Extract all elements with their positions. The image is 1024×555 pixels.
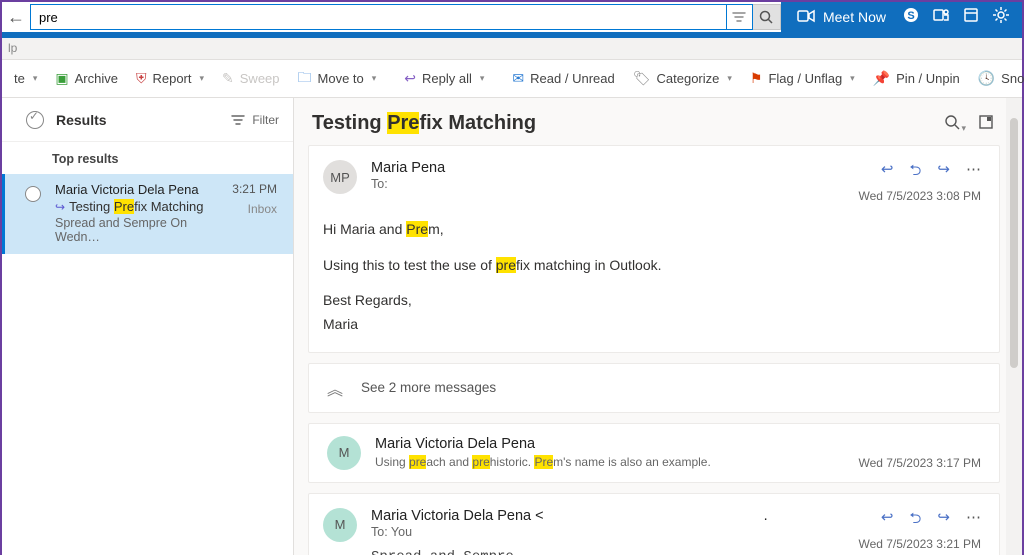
card-from: Maria Victoria Dela Pena <. (371, 508, 858, 524)
results-pane: Results Filter Top results Maria Victori… (2, 98, 294, 555)
forward-icon[interactable]: ↪ (937, 508, 950, 533)
reply-all-icon[interactable]: ⮌ (909, 160, 921, 185)
results-section: Top results (2, 142, 293, 174)
card-body: Spread and Sempre (371, 549, 858, 555)
toolbar: te▾ ▣Archive ⛨Report▾ ✎Sweep 🗀Move to▾ ↩… (2, 60, 1022, 98)
forward-icon[interactable]: ↪ (937, 160, 950, 185)
chevron-down-icon: ▾ (200, 73, 205, 84)
select-message-icon[interactable] (25, 186, 41, 202)
envelope-icon: ✉ (512, 70, 524, 87)
svg-text:S: S (907, 10, 914, 22)
message-folder: Inbox (232, 202, 277, 216)
results-title: Results (56, 112, 230, 128)
sweep-icon: ✎ (222, 70, 234, 87)
reading-title: Testing Prefix Matching (312, 112, 943, 135)
snooze-button[interactable]: 🕓Snooze▾ (970, 63, 1024, 95)
pin-button[interactable]: 📌Pin / Unpin (865, 63, 968, 95)
message-from: Maria Victoria Dela Pena (55, 182, 226, 197)
chevron-down-icon: ▾ (480, 73, 485, 84)
filter-button[interactable]: Filter (230, 112, 279, 128)
card-body: Hi Maria and Prem, Using this to test th… (323, 219, 981, 336)
more-icon[interactable]: ⋯ (966, 508, 981, 533)
avatar: M (323, 508, 357, 542)
message-subject: ↪ Testing Prefix Matching (55, 199, 226, 214)
search-input[interactable] (30, 4, 727, 30)
meet-now-button[interactable]: Meet Now (787, 2, 896, 32)
message-preview: Spread and Sempre On Wedn… (55, 216, 226, 244)
card-date: Wed 7/5/2023 3:17 PM (858, 456, 981, 470)
reply-all-icon[interactable]: ⮌ (909, 508, 921, 533)
message-card-compact[interactable]: M Maria Victoria Dela Pena Using preach … (308, 423, 1000, 483)
flag-icon: ⚑ (750, 70, 763, 87)
meet-now-label: Meet Now (823, 9, 886, 25)
flag-button[interactable]: ⚑Flag / Unflag▾ (742, 63, 863, 95)
message-card: MP Maria Pena To: ↩ ⮌ ↪ ⋯ Wed 7/5/2023 3… (308, 145, 1000, 353)
video-icon (797, 9, 815, 26)
avatar: M (327, 436, 361, 470)
zoom-icon[interactable]: ▾ (943, 113, 966, 134)
chevron-double-up-icon: ︽ (327, 376, 343, 400)
card-to: To: You (371, 525, 858, 539)
chevron-down-icon: ▾ (850, 73, 855, 84)
sweep-button[interactable]: ✎Sweep (214, 63, 287, 95)
back-icon[interactable]: ← (2, 3, 30, 31)
clock-icon: 🕓 (978, 70, 995, 87)
chevron-down-icon: ▾ (372, 73, 377, 84)
chevron-down-icon: ▾ (727, 73, 732, 84)
avatar: MP (323, 160, 357, 194)
message-list-item[interactable]: Maria Victoria Dela Pena ↪ Testing Prefi… (2, 174, 293, 254)
scrollbar[interactable] (1006, 98, 1022, 555)
card-snippet: Using preach and prehistoric. Prem's nam… (375, 455, 858, 469)
message-time: 3:21 PM (232, 182, 277, 196)
move-to-button[interactable]: 🗀Move to▾ (290, 63, 385, 95)
message-card: M Maria Victoria Dela Pena <. To: You Sp… (308, 493, 1000, 555)
popout-icon[interactable] (978, 114, 994, 133)
card-from: Maria Pena (371, 160, 858, 176)
more-icon[interactable]: ⋯ (966, 160, 981, 185)
ribbon-fragment: lp (8, 41, 17, 55)
folder-move-icon: 🗀 (298, 67, 312, 91)
reply-icon[interactable]: ↩ (881, 160, 894, 185)
reply-icon[interactable]: ↩ (881, 508, 894, 533)
reply-all-button[interactable]: ↩Reply all▾ (396, 63, 492, 95)
skype-icon[interactable]: S (896, 6, 926, 28)
chevron-down-icon: ▾ (33, 73, 38, 84)
archive-button[interactable]: ▣Archive (47, 63, 126, 95)
filter-icon (230, 112, 246, 128)
see-more-messages[interactable]: ︽ See 2 more messages (308, 363, 1000, 413)
search-button[interactable] (753, 4, 781, 30)
delete-button[interactable]: te▾ (6, 63, 45, 95)
teams-icon[interactable] (926, 6, 956, 28)
card-from: Maria Victoria Dela Pena (375, 436, 858, 452)
card-date: Wed 7/5/2023 3:08 PM (858, 189, 981, 203)
tag-icon: 🏷 (633, 70, 651, 87)
card-date: Wed 7/5/2023 3:21 PM (858, 537, 981, 551)
reply-all-icon: ↩ (404, 70, 416, 87)
search-options-icon[interactable] (727, 4, 753, 30)
report-button[interactable]: ⛨Report▾ (128, 63, 212, 95)
pin-icon: 📌 (873, 70, 890, 87)
categorize-button[interactable]: 🏷Categorize▾ (625, 63, 740, 95)
archive-icon: ▣ (55, 70, 68, 87)
settings-icon[interactable] (986, 6, 1016, 28)
shield-icon: ⛨ (136, 70, 147, 87)
notes-icon[interactable] (956, 6, 986, 28)
replied-icon: ↪ (55, 200, 65, 214)
card-to: To: (371, 177, 858, 191)
select-all-icon[interactable] (26, 111, 44, 129)
read-unread-button[interactable]: ✉Read / Unread (504, 63, 622, 95)
